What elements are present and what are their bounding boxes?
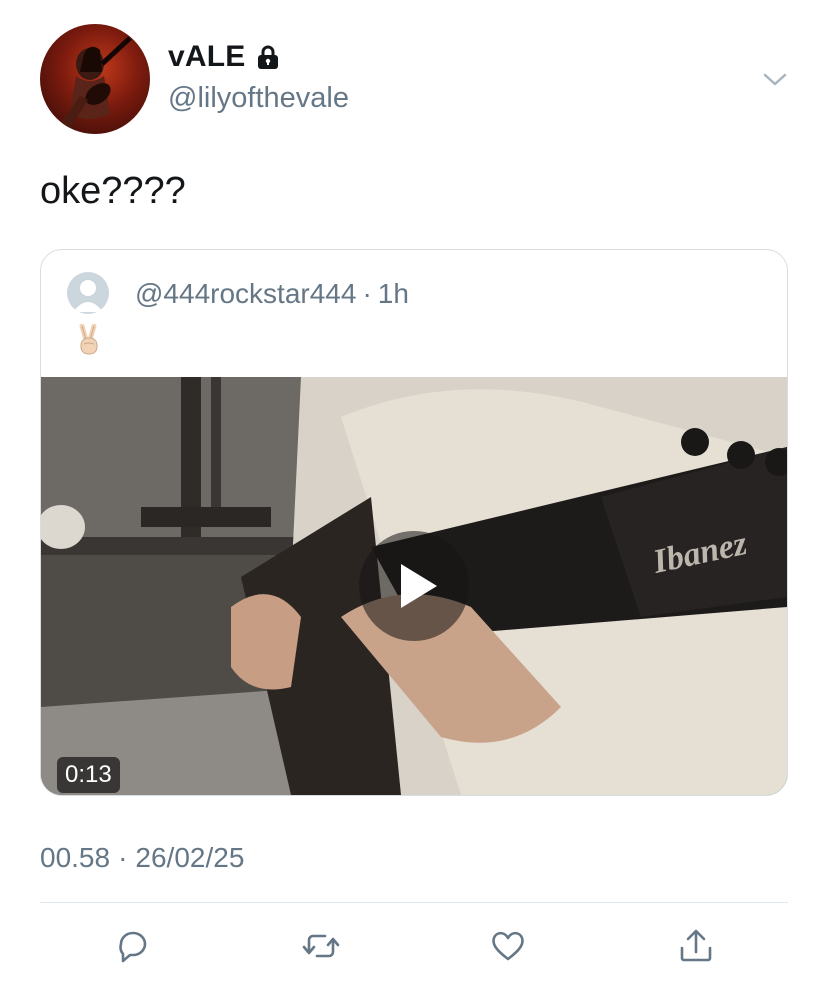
quoted-tweet-card[interactable]: @444rockstar444 · 1h ✌🏻 [40, 249, 788, 796]
reply-icon[interactable] [113, 926, 153, 966]
video-player[interactable]: Ibanez 0:13 [41, 377, 787, 795]
tweet-timestamp: 00.58 · 26/02/25 [40, 842, 244, 874]
lock-icon [254, 43, 282, 71]
quoted-header: @444rockstar444 · 1h [135, 278, 409, 310]
timestamp-separator: · [118, 842, 128, 873]
quoted-avatar[interactable] [67, 272, 109, 314]
author-avatar[interactable] [40, 24, 150, 134]
tweet-text: oke???? [40, 170, 186, 212]
victory-hand-emoji: ✌🏻 [74, 323, 106, 358]
play-button[interactable] [359, 531, 469, 641]
author-display-name[interactable]: vALE [168, 40, 246, 74]
tweet-time: 00.58 [40, 842, 111, 873]
heart-icon[interactable] [488, 926, 528, 966]
video-duration: 0:13 [57, 757, 120, 793]
author-handle[interactable]: @lilyofthevale [168, 82, 349, 115]
quoted-time: 1h [377, 278, 409, 309]
tweet-date: 26/02/25 [135, 842, 245, 873]
chevron-down-icon[interactable] [760, 64, 790, 94]
quoted-handle[interactable]: @444rockstar444 [135, 278, 356, 310]
author-name-row: vALE [168, 40, 282, 74]
play-icon [401, 564, 437, 608]
action-bar [0, 920, 828, 980]
retweet-icon[interactable] [301, 926, 341, 966]
quoted-separator: · [362, 278, 372, 309]
share-icon[interactable] [676, 926, 716, 966]
divider [40, 902, 788, 903]
